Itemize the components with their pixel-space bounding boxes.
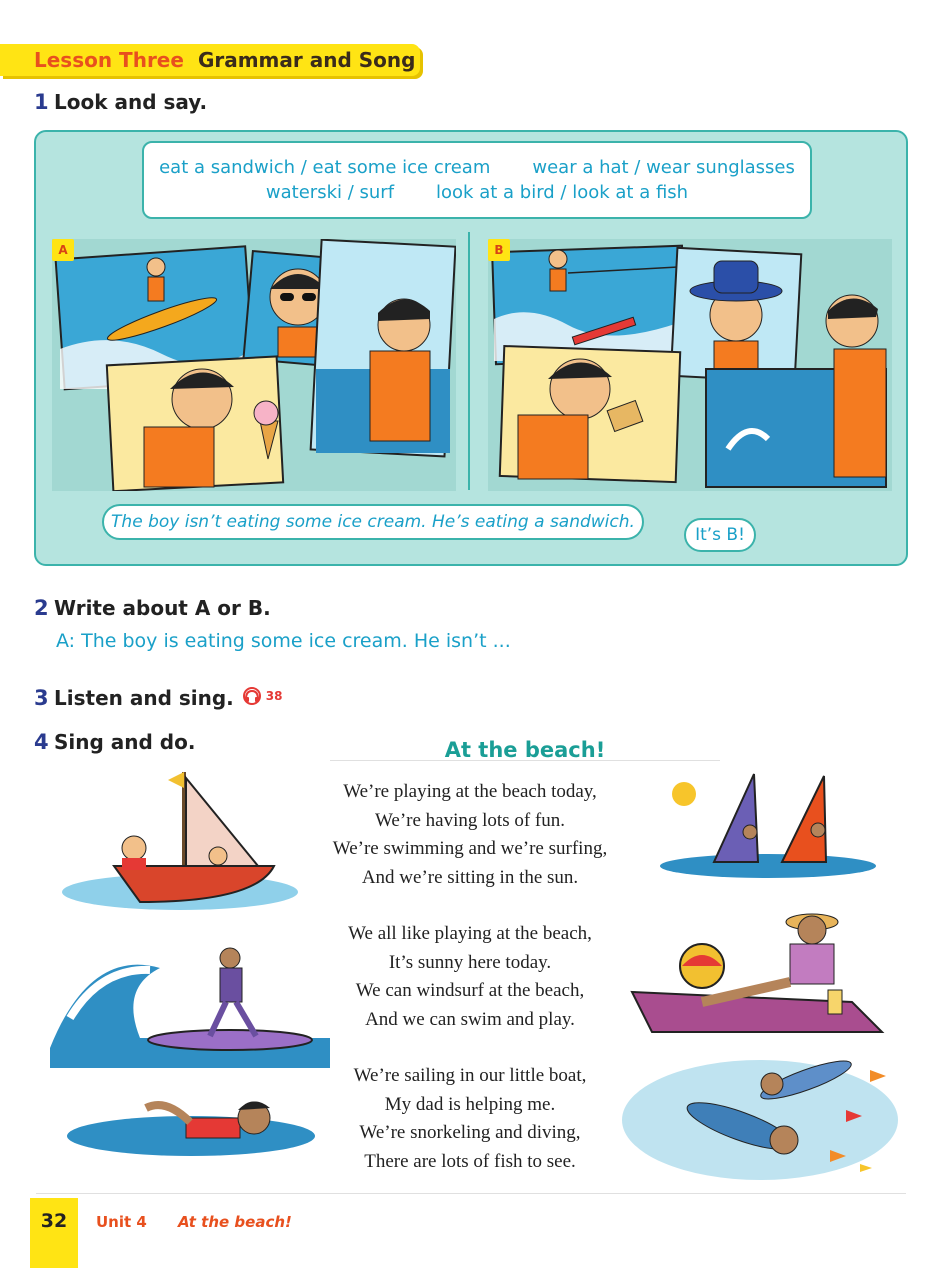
song-title-rule: [330, 760, 720, 761]
lyric-line: It’s sunny here today.: [388, 951, 552, 973]
lyric-line: We’re sailing in our little boat,: [353, 1065, 587, 1086]
snorkeling-divers-illustration: [620, 1040, 900, 1190]
word-phrase: eat a sandwich / eat some ice cream: [159, 157, 491, 178]
speech-bubble-sentence: The boy isn’t eating some ice cream. He’…: [102, 504, 644, 540]
song-title: At the beach!: [444, 738, 606, 762]
word-phrase: wear a hat / wear sunglasses: [532, 157, 795, 178]
exercise-instruction: Listen and sing.: [54, 686, 234, 710]
exercise-instruction: Look and say.: [54, 90, 208, 114]
song-verse: We’re playing at the beach today, We’re …: [310, 778, 630, 892]
word-box: eat a sandwich / eat some ice cream wear…: [142, 141, 812, 219]
lyric-line: We can windsurf at the beach,: [355, 980, 585, 1001]
lyric-line: And we can swim and play.: [365, 1008, 575, 1030]
song-lyrics: We’re playing at the beach today, We’re …: [310, 778, 630, 1204]
windsurfing-illustration: [658, 770, 878, 880]
lyric-line: We’re snorkeling and diving,: [359, 1122, 581, 1143]
lyric-line: There are lots of fish to see.: [364, 1150, 576, 1172]
page-bottom-rule: [36, 1193, 906, 1194]
lyric-line: We’re playing at the beach today,: [343, 781, 597, 802]
scene-divider: [468, 232, 470, 490]
exercise-number: 1: [34, 90, 49, 114]
word-phrase: look at a bird / look at a fish: [436, 182, 689, 203]
lesson-label: Lesson Three: [34, 48, 184, 72]
surfing-girl-illustration: [50, 928, 330, 1068]
footer-unit: Unit 4: [96, 1213, 147, 1231]
exercise-1-heading: 1 Look and say.: [34, 90, 207, 114]
exercise-number: 4: [34, 730, 49, 754]
swimming-boy-illustration: [66, 1078, 316, 1158]
exercise-number: 3: [34, 686, 49, 710]
sunbathing-woman-illustration: [622, 892, 892, 1042]
write-example: A: The boy is eating some ice cream. He …: [56, 630, 511, 652]
lyric-line: We’re swimming and we’re surfing,: [332, 838, 608, 859]
lyric-line: And we’re sitting in the sun.: [361, 866, 579, 888]
exercise-4-heading: 4 Sing and do.: [34, 730, 195, 754]
exercise-instruction: Sing and do.: [54, 730, 196, 754]
lesson-title: Grammar and Song: [197, 48, 416, 72]
exercise-number: 2: [34, 596, 49, 620]
exercise-2-heading: 2 Write about A or B.: [34, 596, 271, 620]
song-verse: We’re sailing in our little boat, My dad…: [310, 1062, 630, 1176]
exercise-instruction: Write about A or B.: [54, 596, 271, 620]
word-phrase: waterski / surf: [265, 182, 395, 203]
scene-a-label: A: [52, 239, 74, 261]
exercise-3-heading: 3 Listen and sing. 38: [34, 686, 282, 710]
song-verse: We all like playing at the beach, It’s s…: [310, 920, 630, 1034]
lesson-header: Lesson Three Grammar and Song: [0, 44, 420, 76]
lyric-line: My dad is helping me.: [384, 1093, 556, 1115]
lyric-line: We all like playing at the beach,: [348, 923, 592, 944]
lyric-line: We’re having lots of fun.: [375, 809, 565, 831]
scene-b-label: B: [488, 239, 510, 261]
footer-unit-title: At the beach!: [178, 1213, 292, 1231]
audio-track-number: 38: [265, 689, 283, 703]
scene-b-illustration: B: [488, 239, 892, 491]
audio-track-button[interactable]: 38: [242, 687, 283, 705]
sailing-boat-illustration: [60, 762, 300, 912]
headphones-icon: [242, 687, 262, 705]
scene-a-illustration: A: [52, 239, 456, 491]
speech-bubble-reply: It’s B!: [684, 518, 756, 552]
page-number: 32: [30, 1198, 78, 1268]
look-and-say-panel: eat a sandwich / eat some ice cream wear…: [34, 130, 908, 566]
